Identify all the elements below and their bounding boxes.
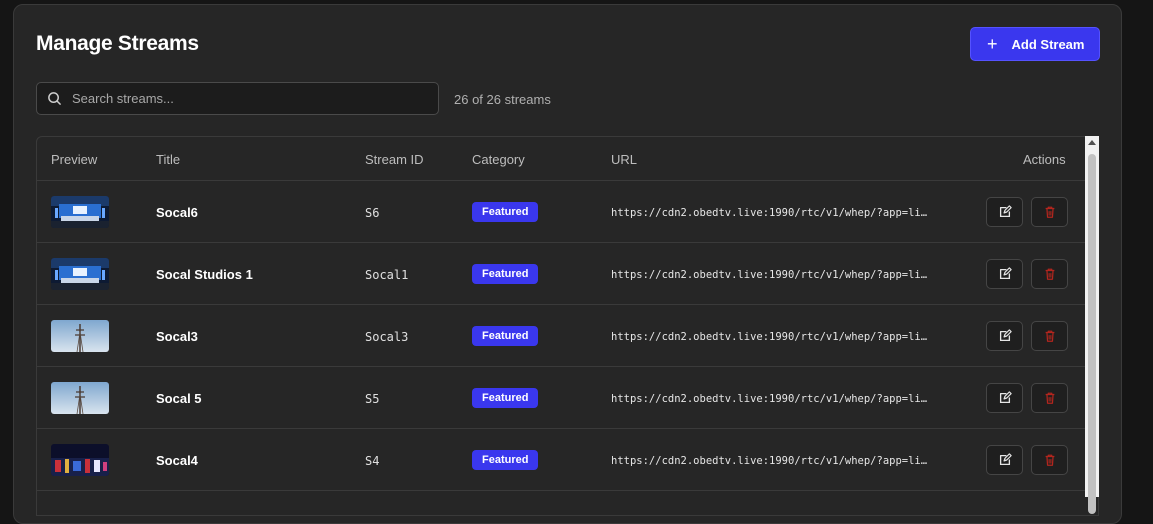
- delete-button[interactable]: [1031, 445, 1068, 475]
- edit-button[interactable]: [986, 259, 1023, 289]
- delete-button[interactable]: [1031, 259, 1068, 289]
- trash-icon: [1045, 330, 1054, 342]
- stream-title: Socal4: [156, 453, 198, 468]
- edit-icon: [999, 205, 1012, 218]
- delete-button[interactable]: [1031, 321, 1068, 351]
- table-header: Preview Title Stream ID Category URL Act…: [37, 137, 1098, 181]
- scroll-thumb[interactable]: [1088, 154, 1096, 514]
- category-badge: Featured: [472, 202, 539, 222]
- stream-count: 26 of 26 streams: [454, 92, 551, 107]
- table-row: Socal 5 S5 Featured https://cdn2.obedtv.…: [37, 367, 1098, 429]
- edit-icon: [999, 329, 1012, 342]
- edit-button[interactable]: [986, 197, 1023, 227]
- table-row: Socal3 Socal3 Featured https://cdn2.obed…: [37, 305, 1098, 367]
- search-icon: [48, 92, 61, 105]
- edit-icon: [999, 267, 1012, 280]
- edit-button[interactable]: [986, 445, 1023, 475]
- delete-button[interactable]: [1031, 383, 1068, 413]
- category-badge: Featured: [472, 264, 539, 284]
- category-badge: Featured: [472, 450, 539, 470]
- header-url: URL: [611, 152, 638, 167]
- trash-icon: [1045, 206, 1054, 218]
- table-row: Socal Studios 1 Socal1 Featured https://…: [37, 243, 1098, 305]
- category-badge: Featured: [472, 388, 539, 408]
- category-badge: Featured: [472, 326, 539, 346]
- stream-title: Socal Studios 1: [156, 267, 253, 282]
- stream-preview-thumbnail: [51, 258, 109, 290]
- stream-id: S4: [365, 454, 380, 468]
- stream-preview-thumbnail: [51, 320, 109, 352]
- delete-button[interactable]: [1031, 197, 1068, 227]
- header-preview: Preview: [51, 152, 98, 167]
- edit-icon: [999, 453, 1012, 466]
- stream-preview-thumbnail: [51, 196, 109, 228]
- trash-icon: [1045, 392, 1054, 404]
- plus-icon: +: [987, 34, 998, 54]
- add-stream-label: Add Stream: [1011, 36, 1085, 52]
- streams-panel: Manage Streams + Add Stream 26 of 26 str…: [13, 4, 1122, 524]
- stream-title: Socal 5: [156, 391, 202, 406]
- stream-preview-thumbnail: [51, 382, 109, 414]
- edit-button[interactable]: [986, 383, 1023, 413]
- edit-button[interactable]: [986, 321, 1023, 351]
- header-title: Title: [156, 152, 181, 167]
- stream-title: Socal3: [156, 329, 198, 344]
- streams-table: Preview Title Stream ID Category URL Act…: [36, 136, 1099, 516]
- stream-id: Socal1: [365, 268, 409, 282]
- header-actions: Actions: [1023, 152, 1066, 167]
- trash-icon: [1045, 454, 1054, 466]
- table-row: Socal6 S6 Featured https://cdn2.obedtv.l…: [37, 181, 1098, 243]
- stream-id: S5: [365, 392, 380, 406]
- edit-icon: [999, 391, 1012, 404]
- stream-url: https://cdn2.obedtv.live:1990/rtc/v1/whe…: [611, 331, 933, 343]
- stream-id: Socal3: [365, 330, 409, 344]
- stream-url: https://cdn2.obedtv.live:1990/rtc/v1/whe…: [611, 269, 933, 281]
- search-box[interactable]: [36, 82, 439, 115]
- stream-url: https://cdn2.obedtv.live:1990/rtc/v1/whe…: [611, 207, 933, 219]
- header-category: Category: [472, 152, 525, 167]
- trash-icon: [1045, 268, 1054, 280]
- stream-url: https://cdn2.obedtv.live:1990/rtc/v1/whe…: [611, 393, 933, 405]
- search-input[interactable]: [72, 91, 412, 106]
- table-row: Socal4 S4 Featured https://cdn2.obedtv.l…: [37, 429, 1098, 491]
- add-stream-button[interactable]: + Add Stream: [970, 27, 1100, 61]
- page-title: Manage Streams: [36, 32, 199, 55]
- scroll-up-arrow[interactable]: [1088, 140, 1096, 145]
- stream-id: S6: [365, 206, 380, 220]
- stream-preview-thumbnail: [51, 444, 109, 476]
- header-stream-id: Stream ID: [365, 152, 424, 167]
- table-scrollbar[interactable]: [1085, 136, 1099, 514]
- stream-title: Socal6: [156, 205, 198, 220]
- stream-url: https://cdn2.obedtv.live:1990/rtc/v1/whe…: [611, 455, 933, 467]
